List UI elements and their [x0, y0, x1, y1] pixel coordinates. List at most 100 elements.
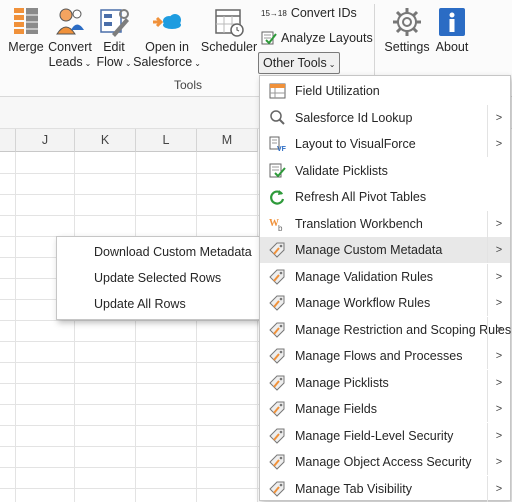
svg-text:b: b	[278, 224, 283, 232]
chevron-right-icon[interactable]: >	[487, 369, 510, 396]
download-custom-metadata-item[interactable]: Download Custom Metadata	[57, 239, 260, 265]
analyze-layouts-button[interactable]: Analyze Layouts	[261, 30, 373, 46]
about-label: About	[435, 40, 469, 54]
chevron-right-icon[interactable]: >	[487, 449, 510, 475]
grid-column-line	[135, 152, 136, 502]
open-in-salesforce-label-1: Open in	[145, 40, 189, 54]
column-header-k[interactable]: K	[75, 129, 136, 152]
settings-button[interactable]: Settings	[384, 0, 430, 55]
open-in-salesforce-label-2: Salesforce ⌄	[133, 55, 201, 71]
chevron-right-icon[interactable]: >	[487, 422, 510, 449]
id-18-text: 18	[277, 8, 287, 18]
menu-item-salesforce-id-lookup[interactable]: Salesforce Id Lookup >	[260, 104, 510, 131]
grid-row-line	[0, 446, 259, 447]
menu-item-label: Manage Validation Rules	[295, 269, 434, 284]
salesforce-cloud-icon	[151, 6, 183, 38]
grid-row-line	[0, 488, 259, 489]
chevron-right-icon[interactable]: >	[487, 343, 510, 369]
other-tools-menu: Field Utilization Salesforce Id Lookup > VF…	[259, 75, 511, 502]
tag-icon	[269, 242, 286, 258]
menu-item-validate-picklists[interactable]: Validate Picklists	[260, 158, 510, 184]
convert-leads-icon	[54, 6, 86, 38]
chevron-right-icon[interactable]: >	[487, 237, 510, 263]
tag-icon	[269, 348, 286, 364]
convert-leads-label-1: Convert	[48, 40, 92, 54]
merge-button[interactable]: Merge	[6, 0, 46, 55]
visualforce-icon: VF	[269, 136, 287, 153]
chevron-right-icon[interactable]: >	[487, 210, 510, 237]
refresh-icon	[269, 189, 286, 205]
menu-item-label: Manage Field-Level Security	[295, 428, 454, 443]
update-all-rows-item[interactable]: Update All Rows	[57, 291, 260, 317]
edit-flow-button[interactable]: Edit Flow ⌄	[94, 0, 134, 71]
menu-item-manage-picklists[interactable]: Manage Picklists >	[260, 369, 510, 396]
custom-metadata-submenu: Download Custom Metadata Update Selected…	[56, 236, 261, 320]
column-header-spacer	[0, 129, 16, 152]
scheduler-button[interactable]: Scheduler	[200, 0, 258, 55]
column-header-l[interactable]: L	[136, 129, 197, 152]
menu-item-manage-workflow-rules[interactable]: Manage Workflow Rules >	[260, 290, 510, 316]
merge-icon	[10, 6, 42, 38]
calendar-clock-icon	[213, 6, 245, 38]
convert-leads-label-text: Leads	[48, 55, 83, 69]
about-button[interactable]: About	[432, 0, 472, 55]
other-tools-dropdown[interactable]: Other Tools ⌄	[258, 52, 341, 74]
menu-item-manage-field-level-security[interactable]: Manage Field-Level Security >	[260, 422, 510, 449]
menu-item-label: Salesforce Id Lookup	[295, 110, 413, 125]
magnifier-icon	[269, 109, 286, 126]
scheduler-label: Scheduler	[200, 40, 258, 54]
id-15-18-icon: 15→18	[261, 8, 287, 18]
svg-text:VF: VF	[277, 146, 286, 152]
column-header-j[interactable]: J	[16, 129, 75, 152]
menu-item-refresh-all-pivot-tables[interactable]: Refresh All Pivot Tables	[260, 184, 510, 210]
grid-row-line	[0, 215, 259, 216]
menu-item-label: Refresh All Pivot Tables	[295, 190, 427, 204]
chevron-right-icon[interactable]: >	[487, 263, 510, 290]
menu-item-label: Translation Workbench	[295, 216, 423, 231]
convert-leads-button[interactable]: Convert Leads ⌄	[46, 0, 94, 71]
menu-item-translation-workbench[interactable]: Wb Translation Workbench >	[260, 210, 510, 237]
chevron-right-icon[interactable]: >	[487, 131, 510, 157]
download-custom-metadata-label: Download Custom Metadata	[94, 245, 252, 259]
menu-item-manage-validation-rules[interactable]: Manage Validation Rules >	[260, 263, 510, 290]
menu-item-label: Manage Workflow Rules	[295, 296, 431, 310]
menu-item-manage-fields[interactable]: Manage Fields >	[260, 396, 510, 422]
menu-item-manage-custom-metadata[interactable]: Manage Custom Metadata >	[260, 237, 510, 263]
menu-item-label: Manage Flows and Processes	[295, 349, 463, 363]
menu-item-manage-flows-and-processes[interactable]: Manage Flows and Processes >	[260, 343, 510, 369]
convert-leads-label-2: Leads ⌄	[49, 55, 92, 71]
chevron-right-icon[interactable]: >	[487, 290, 510, 316]
menu-item-label: Manage Object Access Security	[295, 455, 472, 469]
grid-column-line	[15, 152, 16, 502]
gear-icon	[391, 6, 423, 38]
convert-ids-button[interactable]: 15→18 Convert IDs	[261, 6, 357, 20]
tag-icon	[269, 375, 286, 391]
chevron-right-icon[interactable]: >	[487, 316, 510, 343]
tools-group-label: Tools	[174, 78, 203, 92]
menu-item-manage-object-access-security[interactable]: Manage Object Access Security >	[260, 449, 510, 475]
grid-column-line	[257, 152, 258, 502]
menu-item-label: Manage Custom Metadata	[295, 243, 443, 257]
update-all-rows-label: Update All Rows	[94, 297, 186, 311]
translation-icon: Wb	[269, 216, 286, 233]
menu-item-label: Manage Fields	[295, 402, 377, 416]
edit-flow-icon	[98, 6, 130, 38]
menu-item-field-utilization[interactable]: Field Utilization	[260, 78, 510, 104]
convert-ids-label: Convert IDs	[290, 6, 357, 20]
column-header-m[interactable]: M	[197, 129, 258, 152]
chevron-right-icon[interactable]: >	[487, 475, 510, 502]
menu-item-layout-to-visualforce[interactable]: VF Layout to VisualForce >	[260, 131, 510, 157]
chevron-right-icon[interactable]: >	[487, 104, 510, 131]
menu-item-manage-tab-visibility[interactable]: Manage Tab Visibility >	[260, 475, 510, 502]
open-in-salesforce-button[interactable]: Open in Salesforce ⌄	[133, 0, 201, 71]
analyze-layouts-label: Analyze Layouts	[281, 31, 373, 45]
update-selected-rows-item[interactable]: Update Selected Rows	[57, 265, 260, 291]
grid-row-line	[0, 467, 259, 468]
menu-item-manage-restriction-and-scoping-rules[interactable]: Manage Restriction and Scoping Rules >	[260, 316, 511, 343]
chevron-right-icon[interactable]: >	[487, 396, 510, 422]
tag-icon	[269, 454, 286, 470]
grid-row-line	[0, 173, 259, 174]
tag-icon	[269, 481, 286, 497]
grid-row-line	[0, 194, 259, 195]
analyze-layouts-icon	[261, 30, 277, 46]
